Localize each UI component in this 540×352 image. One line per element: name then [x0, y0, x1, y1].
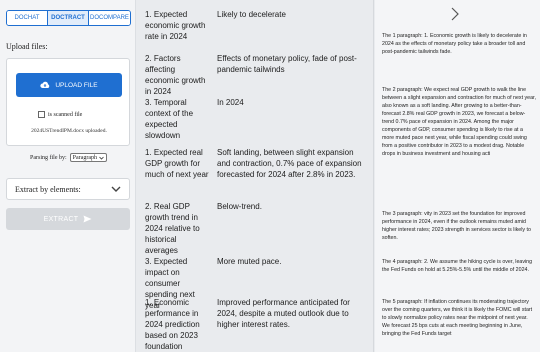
- paragraph-item: The 5 paragraph: If inflation continues …: [382, 299, 533, 337]
- parsing-row: Parsing file by: Paragraph: [30, 153, 107, 162]
- upload-title: Upload files:: [6, 42, 48, 51]
- parsing-label: Parsing file by:: [30, 154, 67, 161]
- mode-tabs: DOCHAT DOCTRACT DOCOMPARE: [6, 10, 131, 26]
- answer-cell: Effects of monetary policy, fade of post…: [217, 54, 357, 74]
- paragraph-item: The 4 paragraph: 2. We assume the hiking…: [382, 259, 533, 273]
- answer-cell: In 2024: [217, 98, 244, 107]
- scanned-checkbox[interactable]: [38, 111, 45, 118]
- answer-cell: Likely to decelerate: [217, 10, 286, 19]
- paragraphs-panel: The 1 paragraph: 1. Economic growth is l…: [375, 0, 540, 352]
- scanned-option: is scanned file: [38, 111, 82, 118]
- chevron-right-icon[interactable]: [450, 7, 460, 21]
- question-cell: 2. Factors affecting economic growth in …: [145, 54, 206, 96]
- answer-cell: Improved performance anticipated for 202…: [217, 298, 350, 329]
- parsing-select-value: Paragraph: [72, 154, 97, 161]
- extract-button-label: EXTRACT: [43, 215, 79, 223]
- paragraph-item: The 1 paragraph: 1. Economic growth is l…: [382, 33, 527, 55]
- scanned-label: is scanned file: [48, 111, 83, 118]
- question-cell: 3. Temporal context of the expected slow…: [145, 98, 194, 140]
- results-table: 1. Expected economic growth rate in 2024…: [137, 0, 374, 352]
- upload-card: UPLOAD FILE is scanned file 2024USTrendI…: [6, 58, 130, 146]
- answer-cell: More muted pace.: [217, 257, 282, 266]
- question-cell: 1. Expected economic growth rate in 2024: [145, 10, 206, 41]
- question-cell: 2. Real GDP growth trend in 2024 relativ…: [145, 202, 200, 255]
- upload-file-button[interactable]: UPLOAD FILE: [16, 73, 122, 97]
- send-icon: [83, 215, 92, 223]
- paragraph-item: The 3 paragraph: vity in 2023 set the fo…: [382, 211, 531, 241]
- chevron-down-icon: [99, 156, 104, 160]
- cloud-upload-icon: [40, 81, 50, 88]
- answer-cell: Below-trend.: [217, 202, 262, 211]
- question-cell: 1. Expected real GDP growth for much of …: [145, 148, 209, 179]
- tab-docompare[interactable]: DOCOMPARE: [89, 11, 130, 25]
- parsing-select[interactable]: Paragraph: [69, 153, 107, 162]
- extract-button[interactable]: EXTRACT: [6, 208, 130, 230]
- paragraph-item: The 2 paragraph: We expect real GDP grow…: [382, 87, 536, 157]
- chevron-down-icon: [111, 186, 121, 192]
- tab-doctract[interactable]: DOCTRACT: [48, 11, 89, 25]
- extract-by-dropdown[interactable]: Extract by elements:: [6, 178, 130, 200]
- uploaded-status: 2024USTrendIPM.docx uploaded.: [31, 128, 107, 134]
- upload-button-label: UPLOAD FILE: [55, 81, 98, 89]
- sidebar: DOCHAT DOCTRACT DOCOMPARE Upload files: …: [0, 0, 136, 352]
- question-cell: 1. Economic performance in 2024 predicti…: [145, 298, 200, 351]
- app-window: DOCHAT DOCTRACT DOCOMPARE Upload files: …: [0, 0, 540, 352]
- extract-by-label: Extract by elements:: [15, 184, 81, 194]
- answer-cell: Soft landing, between slight expansion a…: [217, 148, 362, 179]
- tab-dochat[interactable]: DOCHAT: [7, 11, 48, 25]
